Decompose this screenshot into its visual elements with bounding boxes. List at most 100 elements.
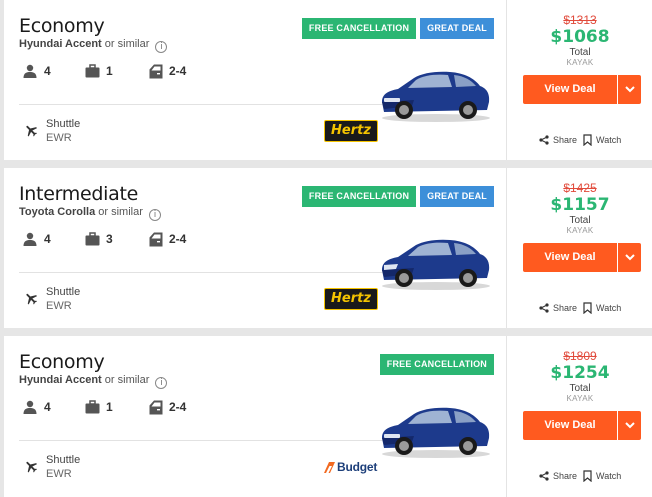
briefcase-icon	[85, 400, 100, 414]
car-model-name: Hyundai Accent	[19, 38, 102, 50]
person-icon	[23, 64, 37, 78]
info-icon[interactable]: i	[155, 41, 168, 53]
result-card[interactable]: Economy Hyundai Accent or similar i 4 1 …	[4, 0, 652, 160]
car-door-icon	[149, 64, 163, 78]
card-actions: Share Watch	[539, 301, 627, 315]
or-similar-label: or similar	[104, 374, 150, 386]
budget-logo: Budget	[324, 458, 377, 476]
bags-spec: 1	[85, 62, 113, 80]
briefcase-icon	[85, 232, 100, 246]
car-image[interactable]	[376, 392, 494, 460]
divider	[19, 104, 391, 105]
view-deal-button[interactable]: View Deal	[523, 411, 617, 440]
free-cancellation-badge: FREE CANCELLATION	[379, 354, 494, 375]
view-deal-button[interactable]: View Deal	[523, 243, 617, 272]
car-model-name: Toyota Corolla	[19, 206, 96, 218]
bags-count: 1	[106, 64, 113, 78]
chevron-down-icon	[624, 86, 635, 93]
person-icon	[23, 400, 37, 414]
pickup-type: Shuttle	[46, 118, 81, 130]
pickup-type: Shuttle	[46, 454, 81, 466]
doors-spec: 2-4	[149, 62, 186, 80]
bookmark-icon	[583, 134, 592, 146]
car-model: Toyota Corolla or similar i	[19, 206, 161, 221]
passengers-spec: 4	[22, 62, 51, 80]
free-cancellation-badge: FREE CANCELLATION	[301, 18, 417, 39]
badges: FREE CANCELLATION GREAT DEAL	[301, 18, 494, 39]
info-icon[interactable]: i	[148, 209, 161, 221]
deal-controls: View Deal	[523, 75, 641, 104]
car-model-name: Hyundai Accent	[19, 374, 102, 386]
deal-dropdown-button[interactable]	[618, 411, 641, 440]
price: $1068	[550, 27, 610, 47]
watch-label: Watch	[596, 135, 622, 145]
bags-count: 1	[106, 400, 113, 414]
budget-logo-text: Budget	[337, 460, 378, 474]
info-icon[interactable]: i	[155, 377, 168, 389]
doors-spec: 2-4	[149, 230, 186, 248]
watch-button[interactable]: Watch	[583, 470, 621, 482]
car-model: Hyundai Accent or similar i	[19, 374, 168, 389]
watch-button[interactable]: Watch	[583, 134, 621, 146]
share-icon	[539, 471, 549, 481]
view-deal-button[interactable]: View Deal	[523, 75, 617, 104]
total-label: Total	[569, 47, 591, 58]
bags-count: 3	[106, 232, 113, 246]
pickup-info: Shuttle EWR	[24, 454, 144, 482]
divider	[19, 272, 391, 273]
divider	[19, 440, 391, 441]
share-label: Share	[553, 303, 578, 313]
share-label: Share	[553, 135, 578, 145]
passengers-spec: 4	[22, 398, 51, 416]
deal-controls: View Deal	[523, 243, 641, 272]
car-category: Economy	[19, 351, 105, 373]
pickup-location: EWR	[46, 468, 72, 480]
car-image[interactable]	[376, 56, 494, 124]
share-icon	[539, 303, 549, 313]
briefcase-icon	[85, 64, 100, 78]
car-specs: 4 3 2-4	[22, 230, 222, 248]
chevron-down-icon	[624, 254, 635, 261]
doors-count: 2-4	[169, 400, 187, 414]
price: $1254	[550, 363, 610, 383]
price-panel: $1313 $1068 Total KAYAK View Deal Share …	[506, 0, 652, 160]
price-source: KAYAK	[566, 58, 594, 67]
hertz-logo: Hertz	[324, 120, 378, 142]
result-details: Intermediate Toyota Corolla or similar i…	[4, 168, 506, 328]
car-category: Economy	[19, 15, 105, 37]
pickup-info: Shuttle EWR	[24, 286, 144, 314]
pickup-type: Shuttle	[46, 286, 81, 298]
bags-spec: 3	[85, 230, 113, 248]
deal-dropdown-button[interactable]	[618, 243, 641, 272]
result-card[interactable]: Economy Hyundai Accent or similar i 4 1 …	[4, 336, 652, 497]
total-label: Total	[569, 215, 591, 226]
car-specs: 4 1 2-4	[22, 398, 222, 416]
deal-dropdown-button[interactable]	[618, 75, 641, 104]
result-card[interactable]: Intermediate Toyota Corolla or similar i…	[4, 168, 652, 328]
car-image[interactable]	[376, 224, 494, 292]
price-source: KAYAK	[566, 394, 594, 403]
airplane-icon	[26, 293, 38, 305]
watch-button[interactable]: Watch	[583, 302, 621, 314]
passengers-count: 4	[44, 232, 51, 246]
price-panel: $1809 $1254 Total KAYAK View Deal Share …	[506, 336, 652, 497]
great-deal-badge: GREAT DEAL	[420, 18, 494, 39]
share-icon	[539, 135, 549, 145]
badges: FREE CANCELLATION GREAT DEAL	[301, 186, 494, 207]
old-price: $1313	[563, 13, 597, 27]
great-deal-badge: GREAT DEAL	[420, 186, 494, 207]
car-door-icon	[149, 232, 163, 246]
pickup-location: EWR	[46, 300, 72, 312]
share-button[interactable]: Share	[539, 303, 577, 313]
share-button[interactable]: Share	[539, 471, 577, 481]
card-actions: Share Watch	[539, 133, 627, 147]
deal-controls: View Deal	[523, 411, 641, 440]
pickup-info: Shuttle EWR	[24, 118, 144, 146]
old-price: $1809	[563, 349, 597, 363]
share-button[interactable]: Share	[539, 135, 577, 145]
passengers-count: 4	[44, 64, 51, 78]
airplane-icon	[26, 461, 38, 473]
doors-count: 2-4	[169, 64, 187, 78]
watch-label: Watch	[596, 303, 622, 313]
bags-spec: 1	[85, 398, 113, 416]
